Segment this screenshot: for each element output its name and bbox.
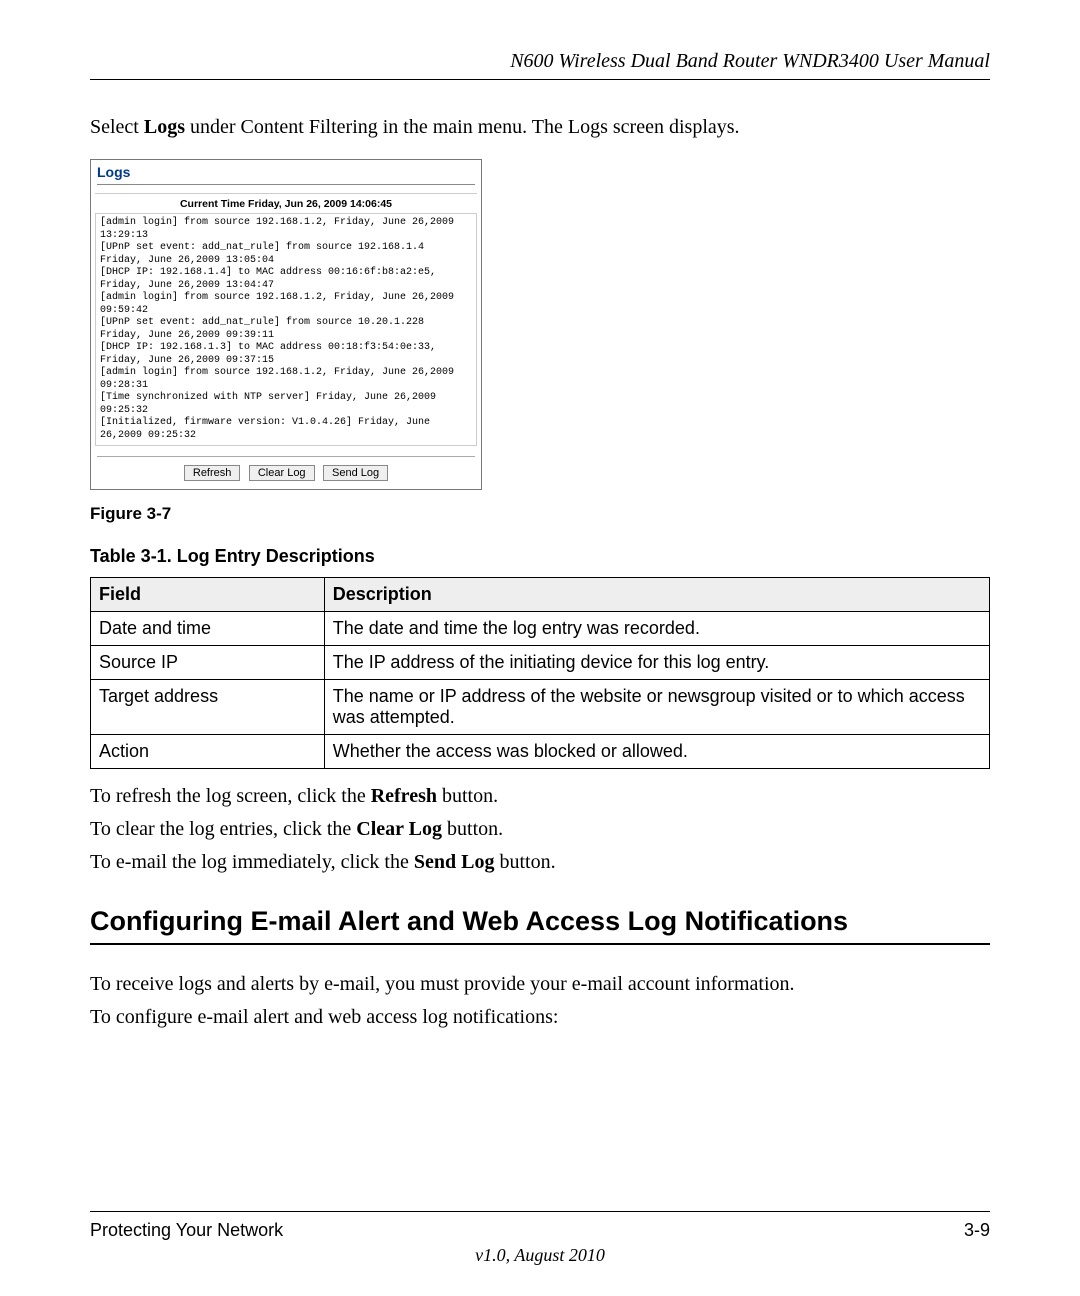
intro-text-prefix: Select: [90, 116, 144, 138]
refresh-button[interactable]: Refresh: [184, 465, 241, 481]
logs-panel-title: Logs: [91, 160, 481, 182]
table-cell-description: The IP address of the initiating device …: [324, 646, 989, 680]
table-cell-field: Source IP: [91, 646, 325, 680]
after-heading-p2: To configure e-mail alert and web access…: [90, 1006, 990, 1029]
p1-suffix: button.: [437, 785, 498, 807]
table-cell-field: Action: [91, 735, 325, 769]
p3-prefix: To e-mail the log immediately, click the: [90, 851, 414, 873]
p3-bold: Send Log: [414, 851, 495, 873]
divider: [97, 184, 475, 185]
paragraph-send: To e-mail the log immediately, click the…: [90, 851, 990, 874]
logs-screenshot-panel: Logs Current Time Friday, Jun 26, 2009 1…: [90, 159, 482, 490]
document-header: N600 Wireless Dual Band Router WNDR3400 …: [90, 50, 990, 80]
table-row: Source IP The IP address of the initiati…: [91, 646, 990, 680]
log-entry-descriptions-table: Field Description Date and time The date…: [90, 577, 990, 769]
table-cell-description: The date and time the log entry was reco…: [324, 612, 989, 646]
table-header-field: Field: [91, 578, 325, 612]
table-cell-description: The name or IP address of the website or…: [324, 680, 989, 735]
page-footer: Protecting Your Network 3-9 v1.0, August…: [90, 1211, 990, 1266]
p2-bold: Clear Log: [356, 818, 442, 840]
footer-center: v1.0, August 2010: [90, 1245, 990, 1266]
send-log-button[interactable]: Send Log: [323, 465, 388, 481]
table-cell-description: Whether the access was blocked or allowe…: [324, 735, 989, 769]
logs-button-row: Refresh Clear Log Send Log: [91, 457, 481, 489]
p1-prefix: To refresh the log screen, click the: [90, 785, 371, 807]
table-cell-field: Date and time: [91, 612, 325, 646]
clear-log-button[interactable]: Clear Log: [249, 465, 315, 481]
p1-bold: Refresh: [371, 785, 437, 807]
table-row: Action Whether the access was blocked or…: [91, 735, 990, 769]
paragraph-clear: To clear the log entries, click the Clea…: [90, 818, 990, 841]
current-time-label: Current Time Friday, Jun 26, 2009 14:06:…: [95, 193, 477, 214]
table-row: Target address The name or IP address of…: [91, 680, 990, 735]
table-caption: Table 3-1. Log Entry Descriptions: [90, 546, 990, 567]
paragraph-refresh: To refresh the log screen, click the Ref…: [90, 785, 990, 808]
log-output-textarea: [admin login] from source 192.168.1.2, F…: [95, 214, 477, 446]
figure-caption: Figure 3-7: [90, 504, 990, 524]
p3-suffix: button.: [494, 851, 555, 873]
section-heading: Configuring E-mail Alert and Web Access …: [90, 906, 990, 945]
intro-paragraph: Select Logs under Content Filtering in t…: [90, 116, 990, 139]
after-heading-p1: To receive logs and alerts by e-mail, yo…: [90, 973, 990, 996]
p2-suffix: button.: [442, 818, 503, 840]
table-row: Date and time The date and time the log …: [91, 612, 990, 646]
intro-text-suffix: under Content Filtering in the main menu…: [185, 116, 740, 138]
p2-prefix: To clear the log entries, click the: [90, 818, 356, 840]
table-cell-field: Target address: [91, 680, 325, 735]
footer-right: 3-9: [964, 1220, 990, 1241]
table-header-description: Description: [324, 578, 989, 612]
intro-text-bold: Logs: [144, 116, 185, 138]
footer-left: Protecting Your Network: [90, 1220, 283, 1241]
